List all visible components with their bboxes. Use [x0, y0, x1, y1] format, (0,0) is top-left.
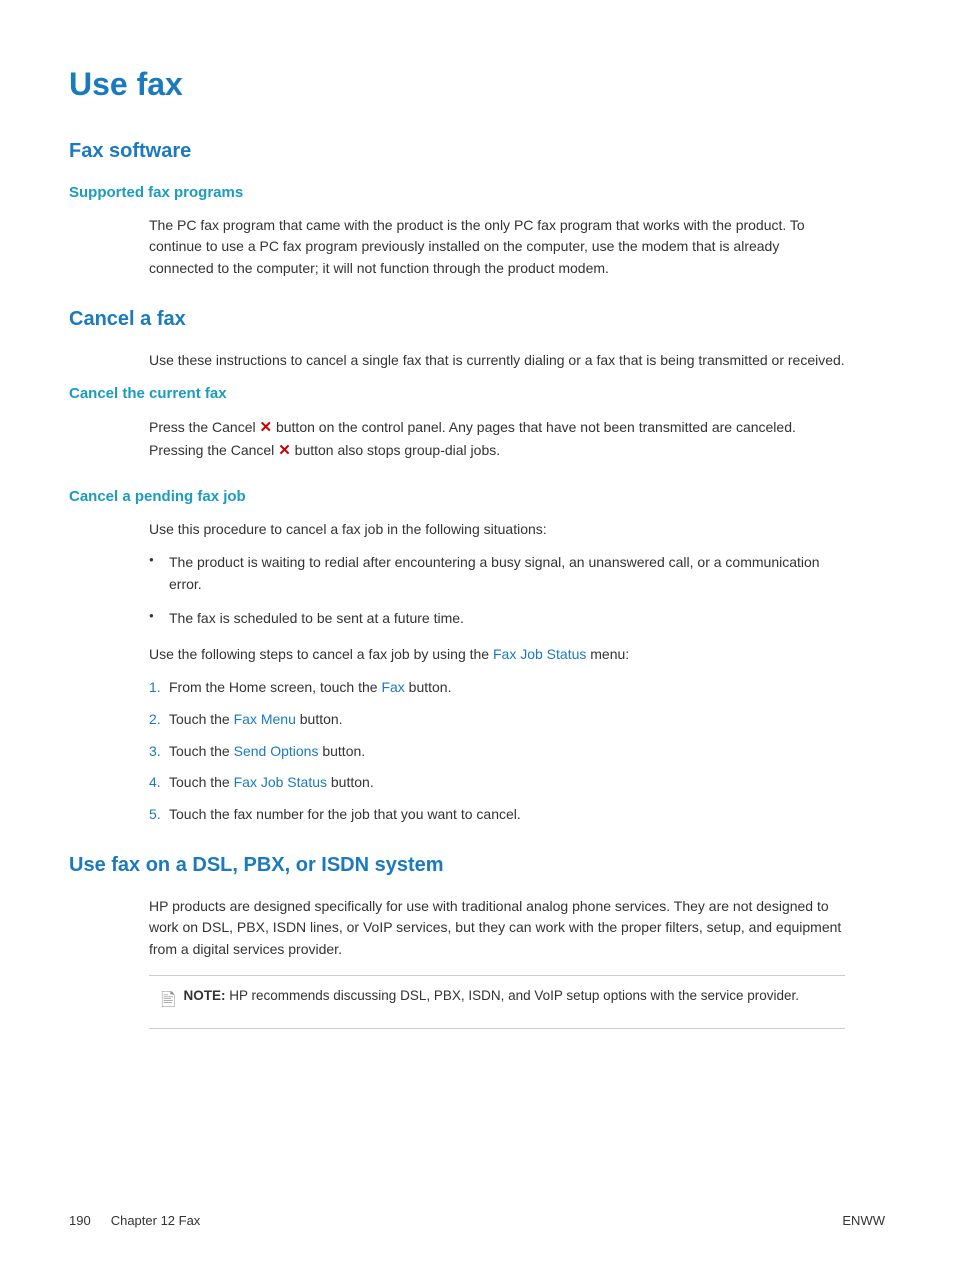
step-2-after: button.: [296, 711, 343, 727]
step-num-2: 2.: [149, 709, 161, 731]
page-title: Use fax: [69, 60, 885, 108]
subsection-heading-supported-fax: Supported fax programs: [69, 182, 885, 205]
subsection-heading-cancel-pending: Cancel a pending fax job: [69, 486, 885, 509]
footer-right: ENWW: [842, 1211, 885, 1231]
steps-intro: Use the following steps to cancel a fax …: [149, 644, 845, 666]
step-4-after: button.: [327, 774, 374, 790]
send-options-link[interactable]: Send Options: [234, 743, 319, 759]
footer-left: 190 Chapter 12 Fax: [69, 1211, 200, 1231]
step-4: 4. Touch the Fax Job Status button.: [149, 772, 845, 794]
section-heading-cancel-fax: Cancel a fax: [69, 304, 885, 334]
note-box: 🖹 NOTE: HP recommends discussing DSL, PB…: [149, 975, 845, 1029]
cancel-pending-intro: Use this procedure to cancel a fax job i…: [149, 519, 845, 541]
subsection-cancel-pending-fax: Cancel a pending fax job Use this proced…: [69, 486, 885, 825]
step-1-after: button.: [405, 679, 452, 695]
footer-page-num: 190: [69, 1211, 91, 1231]
fax-job-status-link-step4[interactable]: Fax Job Status: [234, 774, 327, 790]
section-heading-fax-software: Fax software: [69, 136, 885, 166]
cancel-x-icon-2: ✕: [278, 442, 291, 459]
cancel-current-text-1: Press the Cancel: [149, 419, 260, 435]
fax-link-step1[interactable]: Fax: [381, 679, 404, 695]
step-4-before: Touch the: [169, 774, 234, 790]
note-body-text: HP recommends discussing DSL, PBX, ISDN,…: [229, 988, 799, 1003]
step-num-4: 4.: [149, 772, 161, 794]
section-heading-dsl: Use fax on a DSL, PBX, or ISDN system: [69, 850, 885, 880]
step-3-after: button.: [318, 743, 365, 759]
step-3: 3. Touch the Send Options button.: [149, 741, 845, 763]
step-3-before: Touch the: [169, 743, 234, 759]
dsl-body: HP products are designed specifically fo…: [149, 896, 845, 961]
subsection-supported-fax-programs: Supported fax programs The PC fax progra…: [69, 182, 885, 280]
section-cancel-a-fax: Cancel a fax Use these instructions to c…: [69, 304, 885, 826]
cancel-current-text-3: button also stops group-dial jobs.: [291, 442, 500, 458]
section-fax-software: Fax software Supported fax programs The …: [69, 136, 885, 280]
step-num-3: 3.: [149, 741, 161, 763]
subsection-heading-cancel-current: Cancel the current fax: [69, 383, 885, 406]
supported-fax-body: The PC fax program that came with the pr…: [149, 215, 845, 280]
cancel-pending-bullets: The product is waiting to redial after e…: [149, 552, 845, 629]
cancel-fax-intro: Use these instructions to cancel a singl…: [149, 350, 845, 372]
cancel-x-icon-1: ✕: [260, 419, 273, 436]
note-text: NOTE: HP recommends discussing DSL, PBX,…: [183, 986, 799, 1006]
bullet-item-1: The product is waiting to redial after e…: [149, 552, 845, 595]
note-icon: 🖹: [161, 987, 175, 1014]
step-5-text: Touch the fax number for the job that yo…: [169, 806, 521, 822]
subsection-cancel-current-fax: Cancel the current fax Press the Cancel …: [69, 383, 885, 462]
cancel-current-body: Press the Cancel ✕ button on the control…: [149, 416, 845, 463]
fax-menu-link[interactable]: Fax Menu: [234, 711, 296, 727]
step-2-before: Touch the: [169, 711, 234, 727]
footer-chapter: Chapter 12 Fax: [111, 1211, 201, 1231]
fax-job-status-link-intro[interactable]: Fax Job Status: [493, 646, 586, 662]
bullet-item-2: The fax is scheduled to be sent at a fut…: [149, 608, 845, 630]
step-1: 1. From the Home screen, touch the Fax b…: [149, 677, 845, 699]
step-num-5: 5.: [149, 804, 161, 826]
step-1-before: From the Home screen, touch the: [169, 679, 381, 695]
page-footer: 190 Chapter 12 Fax ENWW: [69, 1211, 885, 1231]
steps-intro-before: Use the following steps to cancel a fax …: [149, 646, 493, 662]
cancel-steps-list: 1. From the Home screen, touch the Fax b…: [149, 677, 845, 825]
step-num-1: 1.: [149, 677, 161, 699]
section-use-fax-dsl: Use fax on a DSL, PBX, or ISDN system HP…: [69, 850, 885, 1029]
step-5: 5. Touch the fax number for the job that…: [149, 804, 845, 826]
note-label: NOTE:: [183, 988, 225, 1003]
page-content: Use fax Fax software Supported fax progr…: [0, 0, 954, 1270]
steps-intro-after: menu:: [586, 646, 629, 662]
step-2: 2. Touch the Fax Menu button.: [149, 709, 845, 731]
